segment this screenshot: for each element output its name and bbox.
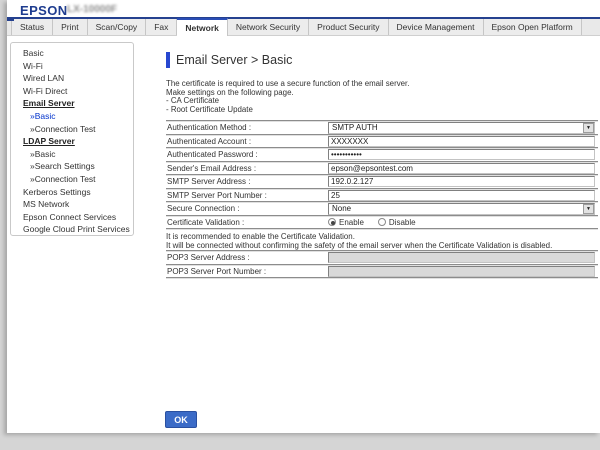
secure-connection-selected-value: None bbox=[329, 204, 351, 213]
dropdown-arrow-icon[interactable]: ▼ bbox=[583, 204, 594, 214]
radio-disable-icon bbox=[378, 218, 386, 226]
form-row-smtp-server-address: SMTP Server Address : bbox=[166, 174, 598, 188]
epson-logo: EPSON bbox=[20, 3, 68, 18]
smtp-server-address-input[interactable] bbox=[328, 176, 595, 187]
secure-connection-select[interactable]: None ▼ bbox=[328, 203, 595, 215]
authentication-method-selected-value: SMTP AUTH bbox=[329, 123, 378, 132]
tab-status[interactable]: Status bbox=[11, 18, 53, 35]
label-secure-connection: Secure Connection : bbox=[166, 204, 328, 213]
label-smtp-server-port-number: SMTP Server Port Number : bbox=[166, 191, 328, 200]
description: The certificate is required to use a sec… bbox=[166, 80, 598, 114]
sidebar-item-basic[interactable]: Basic bbox=[11, 47, 133, 60]
control-smtp-server-address bbox=[328, 176, 598, 187]
sidebar-item-wi-fi[interactable]: Wi-Fi bbox=[11, 60, 133, 73]
tab-network[interactable]: Network bbox=[177, 18, 228, 36]
label-certificate-validation: Certificate Validation : bbox=[166, 218, 328, 227]
sidebar-item-connection-test[interactable]: »Connection Test bbox=[11, 123, 133, 136]
form-row-secure-connection: Secure Connection :None ▼ bbox=[166, 201, 598, 215]
form-row-pop3-server-port-number: POP3 Server Port Number : bbox=[166, 264, 598, 278]
sidebar-item-search-settings[interactable]: »Search Settings bbox=[11, 160, 133, 173]
pop3-server-address-input bbox=[328, 252, 595, 263]
sidebar-item-basic[interactable]: »Basic bbox=[11, 148, 133, 161]
title-row: Email Server > Basic bbox=[166, 51, 598, 68]
label-authenticated-account: Authenticated Account : bbox=[166, 137, 328, 146]
sidebar-nav: BasicWi-FiWired LANWi-Fi DirectEmail Ser… bbox=[10, 42, 134, 236]
authenticated-account-input[interactable] bbox=[328, 136, 595, 147]
label-smtp-server-address: SMTP Server Address : bbox=[166, 177, 328, 186]
header-rule bbox=[7, 19, 14, 21]
tab-scan-copy[interactable]: Scan/Copy bbox=[88, 18, 147, 35]
sidebar-item-connection-test[interactable]: »Connection Test bbox=[11, 173, 133, 186]
model-name-blurred: LX-10000F bbox=[67, 4, 117, 15]
description-line: Make settings on the following page. bbox=[166, 89, 598, 98]
control-authenticated-account bbox=[328, 136, 598, 147]
dropdown-arrow-icon[interactable]: ▼ bbox=[583, 123, 594, 133]
sidebar-item-basic[interactable]: »Basic bbox=[11, 110, 133, 123]
sidebar-item-wi-fi-direct[interactable]: Wi-Fi Direct bbox=[11, 85, 133, 98]
smtp-server-port-number-input[interactable] bbox=[328, 190, 595, 201]
description-line: - Root Certificate Update bbox=[166, 106, 598, 115]
tab-bar: StatusPrintScan/CopyFaxNetworkNetwork Se… bbox=[7, 19, 600, 36]
pop3-settings-table: POP3 Server Address : POP3 Server Port Nu… bbox=[166, 250, 598, 279]
sidebar-item-ldap-server[interactable]: LDAP Server bbox=[11, 135, 133, 148]
radio-option-enable[interactable]: Enable bbox=[328, 218, 364, 227]
control-pop3-server-address bbox=[328, 252, 598, 263]
radio-enable-icon bbox=[328, 218, 336, 226]
note-line: It will be connected without confirming … bbox=[166, 242, 598, 251]
control-secure-connection: None ▼ bbox=[328, 203, 598, 215]
header: EPSON LX-10000F bbox=[7, 0, 600, 19]
control-senders-email-address bbox=[328, 163, 598, 174]
form-row-authenticated-password: Authenticated Password : bbox=[166, 147, 598, 161]
tab-print[interactable]: Print bbox=[53, 18, 87, 35]
sidebar-item-ms-network[interactable]: MS Network bbox=[11, 198, 133, 211]
sidebar-item-kerberos-settings[interactable]: Kerberos Settings bbox=[11, 186, 133, 199]
senders-email-address-input[interactable] bbox=[328, 163, 595, 174]
label-pop3-server-port-number: POP3 Server Port Number : bbox=[166, 267, 328, 276]
form-row-smtp-server-port-number: SMTP Server Port Number : bbox=[166, 188, 598, 202]
radio-disable-label: Disable bbox=[389, 218, 416, 227]
label-senders-email-address: Sender's Email Address : bbox=[166, 164, 328, 173]
tab-network-security[interactable]: Network Security bbox=[228, 18, 309, 35]
form-row-certificate-validation: Certificate Validation : Enable Disable bbox=[166, 215, 598, 229]
form-row-senders-email-address: Sender's Email Address : bbox=[166, 161, 598, 175]
tab-epson-open-platform[interactable]: Epson Open Platform bbox=[484, 18, 582, 35]
sidebar-item-email-server[interactable]: Email Server bbox=[11, 97, 133, 110]
form-row-pop3-server-address: POP3 Server Address : bbox=[166, 250, 598, 264]
sidebar-item-epson-connect-services[interactable]: Epson Connect Services bbox=[11, 211, 133, 224]
authenticated-password-input[interactable] bbox=[328, 149, 595, 160]
web-config-page: EPSON LX-10000F StatusPrintScan/CopyFaxN… bbox=[7, 0, 600, 433]
control-pop3-server-port-number bbox=[328, 266, 598, 277]
tab-product-security[interactable]: Product Security bbox=[309, 18, 388, 35]
radio-enable-label: Enable bbox=[339, 218, 364, 227]
label-authenticated-password: Authenticated Password : bbox=[166, 150, 328, 159]
ok-button[interactable]: OK bbox=[165, 411, 197, 428]
control-smtp-server-port-number bbox=[328, 190, 598, 201]
form-row-authenticated-account: Authenticated Account : bbox=[166, 134, 598, 148]
sidebar-item-wired-lan[interactable]: Wired LAN bbox=[11, 72, 133, 85]
label-pop3-server-address: POP3 Server Address : bbox=[166, 253, 328, 262]
main-content: Email Server > Basic The certificate is … bbox=[166, 38, 598, 279]
label-authentication-method: Authentication Method : bbox=[166, 123, 328, 132]
title-accent-bar bbox=[166, 52, 170, 68]
tab-fax[interactable]: Fax bbox=[146, 18, 177, 35]
pop3-server-port-number-input bbox=[328, 266, 595, 277]
authentication-method-select[interactable]: SMTP AUTH ▼ bbox=[328, 122, 595, 134]
sidebar-item-google-cloud-print-services[interactable]: Google Cloud Print Services bbox=[11, 223, 133, 236]
control-certificate-validation: Enable Disable bbox=[328, 218, 598, 227]
form-row-authentication-method: Authentication Method :SMTP AUTH ▼ bbox=[166, 120, 598, 134]
settings-table: Authentication Method :SMTP AUTH▼Authent… bbox=[166, 120, 598, 230]
radio-option-disable[interactable]: Disable bbox=[378, 218, 416, 227]
page-title: Email Server > Basic bbox=[176, 53, 292, 67]
control-authenticated-password bbox=[328, 149, 598, 160]
certificate-validation-note: It is recommended to enable the Certific… bbox=[166, 233, 598, 250]
control-authentication-method: SMTP AUTH ▼ bbox=[328, 122, 598, 134]
tab-device-management[interactable]: Device Management bbox=[389, 18, 484, 35]
